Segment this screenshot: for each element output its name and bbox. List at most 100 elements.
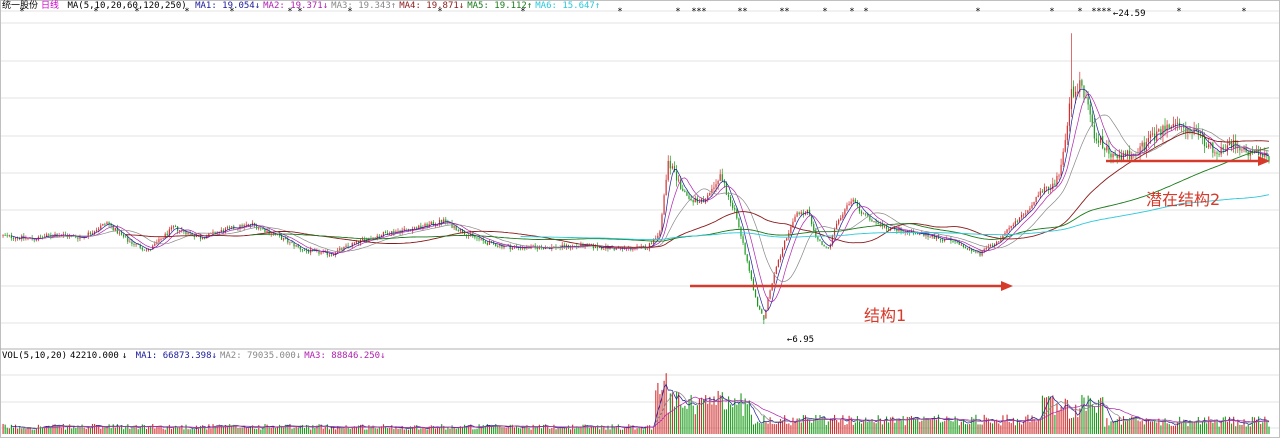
volume-bar <box>1002 415 1004 434</box>
ma-legend-item-6: MA6: 15.647↑ <box>535 1 601 11</box>
volume-bar <box>424 428 426 434</box>
candle-body <box>883 226 886 228</box>
ma-params: MA(5,10,20,60,120,250) <box>67 1 187 11</box>
volume-bar <box>1141 420 1143 434</box>
candle-body <box>1025 213 1027 215</box>
candle-body <box>125 236 127 238</box>
candle-body <box>511 247 513 250</box>
candle-body <box>707 195 709 200</box>
structure2-arrow-head <box>1258 156 1270 166</box>
volume-bar <box>98 426 100 434</box>
volume-bar <box>513 427 515 434</box>
volume-bar <box>1073 417 1075 434</box>
vol-value: 42210.000 <box>70 351 119 361</box>
candle-body <box>25 238 27 239</box>
candle-body <box>1023 214 1025 216</box>
candle-body <box>14 238 17 239</box>
volume-bar <box>624 427 626 434</box>
candle-body <box>455 226 457 231</box>
signal-marker: * <box>701 7 706 17</box>
candle-body <box>1008 227 1010 230</box>
candle-body <box>1112 153 1114 158</box>
volume-bar <box>967 424 969 434</box>
volume-bar <box>283 427 285 434</box>
volume-bar <box>1068 418 1071 434</box>
volume-bar <box>21 428 23 434</box>
candle-body <box>759 306 761 310</box>
volume-bar <box>422 427 424 434</box>
candle-body <box>403 228 405 230</box>
volume-bar <box>399 428 401 434</box>
volume-bar <box>1095 412 1098 434</box>
candle-body <box>1206 146 1208 148</box>
volume-bar <box>1091 404 1093 434</box>
volume-bar <box>555 429 557 434</box>
candle-body <box>397 230 399 232</box>
candle-body <box>786 238 788 241</box>
volume-bar <box>1156 422 1158 434</box>
candle-body <box>95 230 98 232</box>
volume-bar <box>881 424 883 434</box>
volume-bar <box>387 428 389 434</box>
candle-body <box>1006 229 1008 233</box>
candle-body <box>981 250 983 256</box>
volume-bar <box>875 423 877 434</box>
volume-bar <box>840 418 842 434</box>
candle-body <box>1010 225 1012 228</box>
candle-body <box>871 219 873 222</box>
volume-bar <box>324 426 326 434</box>
candle-body <box>1166 124 1168 132</box>
volume-bar <box>118 426 121 434</box>
volume-bar <box>530 429 532 434</box>
volume-bar <box>888 422 890 434</box>
volume-bar <box>836 420 838 434</box>
volume-bar <box>834 414 836 434</box>
candle-body <box>1097 140 1100 143</box>
volume-bar <box>27 427 29 434</box>
signal-marker: * <box>849 7 854 17</box>
volume-bar <box>1108 425 1110 434</box>
candle-body <box>763 315 765 320</box>
volume-bar <box>838 422 840 434</box>
candle-body <box>1041 191 1043 193</box>
candle-body <box>328 254 330 256</box>
volume-bar <box>1089 397 1091 434</box>
signal-marker: * <box>675 7 680 17</box>
volume-bar <box>389 427 391 434</box>
volume-bar <box>472 429 474 434</box>
volume-bar <box>686 408 688 434</box>
candle-body <box>382 232 385 236</box>
volume-bar <box>692 405 694 434</box>
volume-bar <box>848 415 850 434</box>
price-ma-lines <box>11 88 1270 313</box>
candle-body <box>817 236 819 240</box>
candle-body <box>825 246 827 248</box>
candle-body <box>985 247 987 250</box>
volume-bar <box>491 425 493 434</box>
volume-bar <box>782 420 784 434</box>
volume-bar <box>1216 419 1218 434</box>
candle-body <box>118 232 121 234</box>
volume-bar <box>1064 398 1066 434</box>
period-label: 日线 <box>41 1 60 11</box>
volume-bar <box>1235 426 1237 434</box>
candle-body <box>1089 104 1091 115</box>
volume-bar <box>615 426 617 434</box>
candle-body <box>320 252 322 254</box>
volume-bar <box>139 426 141 434</box>
volume-bar <box>1208 416 1210 434</box>
volume-bar <box>279 424 281 434</box>
candle-body <box>245 224 247 226</box>
volume-bar <box>863 420 865 434</box>
candle-body <box>308 250 310 253</box>
candle-body <box>1174 123 1177 125</box>
candle-body <box>131 241 133 244</box>
candle-body <box>1035 197 1037 203</box>
volume-bar <box>572 424 574 434</box>
volume-bar <box>935 419 937 434</box>
candle-body <box>135 243 137 245</box>
candle-body <box>975 251 977 253</box>
volume-bar <box>100 428 102 434</box>
volume-bar <box>1266 421 1268 434</box>
candle-body <box>384 232 387 234</box>
